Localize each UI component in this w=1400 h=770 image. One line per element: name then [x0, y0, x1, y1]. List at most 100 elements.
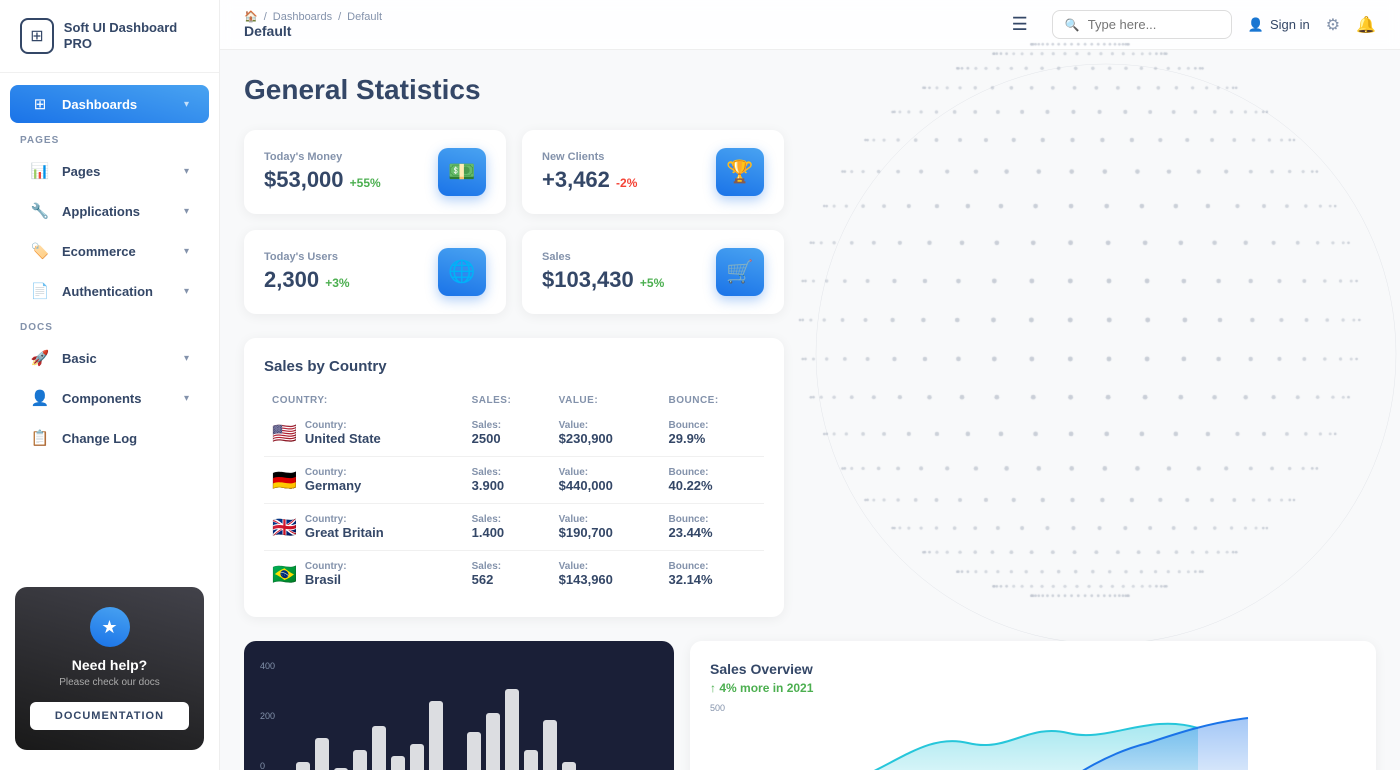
main-area: 🏠 / Dashboards / Default Default ☰ 🔍 👤 S… [220, 0, 1400, 770]
signin-label: Sign in [1270, 17, 1310, 32]
chevron-down-icon: ▾ [184, 246, 189, 257]
search-box[interactable]: 🔍 [1052, 10, 1232, 39]
pages-icon: 📊 [30, 162, 50, 180]
bar [467, 732, 481, 770]
page-title: General Statistics [244, 74, 1376, 106]
flag-icon: 🇺🇸 [272, 421, 297, 446]
chevron-down-icon: ▾ [184, 99, 189, 110]
stat-label-sales: Sales [542, 251, 664, 263]
stat-card-clients: New Clients +3,462 -2% 🏆 [522, 130, 784, 214]
stat-info-sales: Sales $103,430 +5% [542, 251, 664, 293]
stat-icon-money: 💵 [438, 148, 486, 196]
sidebar-item-label: Pages [62, 164, 172, 179]
bar [353, 750, 367, 770]
stats-row: Today's Money $53,000 +55% 💵 New Clients [244, 130, 1376, 314]
stat-label-money: Today's Money [264, 151, 381, 163]
sales-chart-area: 500 400 [710, 703, 1356, 770]
col-header-bounce: Bounce: [661, 391, 765, 410]
bar [391, 756, 405, 770]
sales-overview-subtitle: 4% more in 2021 [719, 681, 813, 695]
sidebar-item-label: Basic [62, 351, 172, 366]
topbar-right: 🔍 👤 Sign in ⚙ 🔔 [1052, 10, 1376, 39]
sidebar-item-components[interactable]: 👤 Components ▾ [10, 379, 209, 417]
stat-value-money: $53,000 +55% [264, 167, 381, 193]
table-row: 🇧🇷 Country: Brasil Sales: 562 Value: $14… [264, 551, 764, 598]
table-row: 🇬🇧 Country: Great Britain Sales: 1.400 V… [264, 504, 764, 551]
stat-change-sales: +5% [640, 276, 664, 290]
documentation-button[interactable]: DOCUMENTATION [30, 702, 189, 730]
table-row: 🇺🇸 Country: United State Sales: 2500 Val… [264, 410, 764, 457]
bell-icon[interactable]: 🔔 [1356, 15, 1376, 35]
sales-chart-svg [740, 703, 1356, 770]
stat-value-users: 2,300 +3% [264, 267, 350, 293]
bar-chart-card: 0 200 400 400 200 0 [244, 641, 674, 770]
globe-spacer [784, 130, 1376, 314]
search-icon: 🔍 [1065, 18, 1080, 32]
breadcrumb-section: Dashboards [273, 11, 332, 23]
dashboards-icon: ⊞ [30, 95, 50, 113]
flag-icon: 🇬🇧 [272, 515, 297, 540]
bar [505, 689, 519, 770]
breadcrumb-separator2: / [338, 11, 341, 23]
logo-text: Soft UI Dashboard PRO [64, 20, 199, 51]
sidebar-item-label: Applications [62, 204, 172, 219]
stat-icon-clients: 🏆 [716, 148, 764, 196]
user-icon: 👤 [1248, 17, 1264, 33]
breadcrumb-separator: / [264, 11, 267, 23]
signin-button[interactable]: 👤 Sign in [1248, 17, 1310, 33]
help-title: Need help? [30, 657, 189, 673]
stat-card-users: Today's Users 2,300 +3% 🌐 [244, 230, 506, 314]
sidebar-item-authentication[interactable]: 📄 Authentication ▾ [10, 272, 209, 310]
country-table: Country: Sales: Value: Bounce: 🇺🇸 Countr… [264, 391, 764, 597]
flag-icon: 🇧🇷 [272, 562, 297, 587]
arrow-up-icon: ↑ [710, 681, 716, 695]
help-subtitle: Please check our docs [30, 677, 189, 688]
sales-by-country-title: Sales by Country [264, 358, 764, 375]
sidebar-item-dashboards[interactable]: ⊞ Dashboards ▾ [10, 85, 209, 123]
page-content: General Statistics Today's Money $53,000… [220, 50, 1400, 770]
settings-icon[interactable]: ⚙ [1326, 15, 1340, 35]
auth-icon: 📄 [30, 282, 50, 300]
breadcrumb: 🏠 / Dashboards / Default Default [244, 10, 988, 39]
bar [315, 738, 329, 770]
breadcrumb-page: Default [347, 11, 382, 23]
sidebar-item-ecommerce[interactable]: 🏷️ Ecommerce ▾ [10, 232, 209, 270]
sales-overview-title: Sales Overview [710, 661, 1356, 677]
sidebar-item-pages[interactable]: 📊 Pages ▾ [10, 152, 209, 190]
sales-by-country-card: Sales by Country Country: Sales: Value: … [244, 338, 784, 617]
components-icon: 👤 [30, 389, 50, 407]
chevron-down-icon: ▾ [184, 166, 189, 177]
sidebar-item-label: Ecommerce [62, 244, 172, 259]
sidebar-item-basic[interactable]: 🚀 Basic ▾ [10, 339, 209, 377]
sidebar-nav: ⊞ Dashboards ▾ PAGES 📊 Pages ▾ 🔧 Applica… [0, 73, 219, 577]
stat-change-users: +3% [325, 276, 349, 290]
stats-cards-area: Today's Money $53,000 +55% 💵 New Clients [244, 130, 784, 314]
y-label-200: 200 [260, 711, 275, 721]
chevron-down-icon: ▾ [184, 393, 189, 404]
search-input[interactable] [1088, 17, 1219, 32]
pages-section-label: PAGES [0, 125, 219, 150]
sales-overview-card: Sales Overview ↑ 4% more in 2021 500 400 [690, 641, 1376, 770]
y-label-0: 0 [260, 761, 275, 770]
stat-value-sales: $103,430 +5% [542, 267, 664, 293]
docs-section-label: DOCS [0, 312, 219, 337]
content-globe-wrapper: General Statistics Today's Money $53,000… [244, 74, 1376, 770]
applications-icon: 🔧 [30, 202, 50, 220]
bar [410, 744, 424, 770]
stat-value-clients: +3,462 -2% [542, 167, 637, 193]
stat-info-clients: New Clients +3,462 -2% [542, 151, 637, 193]
help-star-icon: ★ [90, 607, 130, 647]
bar [429, 701, 443, 770]
hamburger-icon[interactable]: ☰ [1012, 14, 1028, 35]
stat-info-users: Today's Users 2,300 +3% [264, 251, 350, 293]
breadcrumb-path: 🏠 / Dashboards / Default [244, 10, 988, 23]
sidebar-logo: ⊞ Soft UI Dashboard PRO [0, 0, 219, 73]
stat-label-clients: New Clients [542, 151, 637, 163]
sidebar-item-label: Components [62, 391, 172, 406]
sidebar-item-changelog[interactable]: 📋 Change Log [10, 419, 209, 457]
changelog-icon: 📋 [30, 429, 50, 447]
col-header-country: Country: [264, 391, 464, 410]
sidebar-item-applications[interactable]: 🔧 Applications ▾ [10, 192, 209, 230]
bar [296, 762, 310, 770]
col-header-value: Value: [551, 391, 661, 410]
